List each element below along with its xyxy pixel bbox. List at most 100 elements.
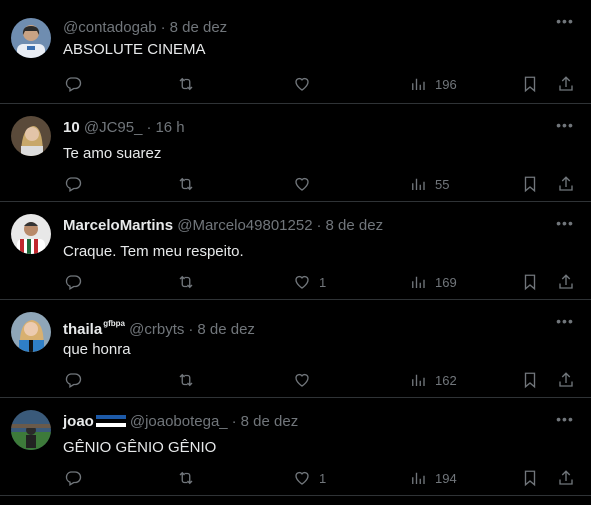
timestamp[interactable]: 8 de dez — [241, 413, 299, 430]
heart-icon — [295, 77, 309, 91]
user-handle[interactable]: @joaobotega_ — [130, 413, 228, 430]
timestamp[interactable]: 8 de dez — [170, 19, 228, 36]
like-count: 1 — [319, 274, 327, 290]
retweet-icon — [179, 77, 193, 91]
more-icon[interactable]: ••• — [555, 314, 575, 336]
more-icon[interactable]: ••• — [555, 412, 575, 434]
reply-icon — [65, 373, 82, 388]
views-count: 169 — [435, 274, 457, 290]
user-handle[interactable]: @Marcelo49801252 — [177, 217, 312, 234]
tweet-text: que honra — [63, 341, 131, 358]
retweet-icon — [179, 373, 193, 387]
display-name[interactable]: joao — [63, 413, 94, 430]
separator-dot: · — [316, 217, 322, 234]
tweet-text: GÊNIO GÊNIO GÊNIO — [63, 439, 217, 456]
avatar[interactable] — [11, 312, 51, 352]
retweet-button[interactable] — [177, 370, 195, 390]
user-handle[interactable]: @contadogab — [63, 19, 157, 36]
bookmark-icon — [524, 176, 536, 193]
gremio-flag-icon — [95, 415, 126, 427]
share-icon — [559, 372, 573, 387]
views-icon — [412, 374, 425, 386]
tweet[interactable]: thailagfbpa @crbyts · 8 de dez que honra •… — [0, 300, 591, 398]
like-button[interactable] — [293, 174, 319, 194]
more-icon[interactable]: ••• — [555, 118, 575, 140]
share-icon — [559, 76, 573, 91]
tweet-header: MarceloMartins @Marcelo49801252 · 8 de dez — [63, 216, 541, 236]
share-button[interactable] — [557, 74, 575, 94]
views-button[interactable]: 196 — [409, 74, 457, 94]
bookmark-icon — [524, 274, 536, 291]
views-button[interactable]: 169 — [409, 272, 457, 292]
reply-button[interactable] — [64, 370, 82, 390]
tweet[interactable]: @contadogab · 8 de dez ABSOLUTE CINEMA •••… — [0, 0, 591, 104]
user-handle[interactable]: @crbyts — [129, 321, 184, 338]
bookmark-icon — [524, 372, 536, 389]
separator-dot: · — [231, 413, 237, 430]
action-bar: 1 194 — [63, 468, 575, 488]
retweet-icon — [179, 275, 193, 289]
views-count: 55 — [435, 176, 450, 192]
like-button[interactable] — [293, 370, 319, 390]
tweet-text: ABSOLUTE CINEMA — [63, 41, 206, 58]
timestamp[interactable]: 8 de dez — [326, 217, 384, 234]
bookmark-button[interactable] — [521, 370, 539, 390]
bookmark-icon — [524, 76, 536, 93]
more-icon[interactable]: ••• — [555, 216, 575, 238]
retweet-button[interactable] — [177, 272, 195, 292]
avatar[interactable] — [11, 18, 51, 58]
tweet[interactable]: 10 @JC95_ · 16 h Te amo suarez ••• 55 — [0, 104, 591, 202]
share-button[interactable] — [557, 174, 575, 194]
share-icon — [559, 176, 573, 191]
display-name[interactable]: MarceloMartins — [63, 217, 173, 234]
bookmark-icon — [524, 470, 536, 487]
bookmark-button[interactable] — [521, 174, 539, 194]
name-badge: gfbpa — [103, 319, 125, 328]
reply-button[interactable] — [64, 468, 82, 488]
like-count: 1 — [319, 470, 327, 486]
tweet-header: @contadogab · 8 de dez — [63, 18, 541, 38]
avatar[interactable] — [11, 116, 51, 156]
tweet[interactable]: MarceloMartins @Marcelo49801252 · 8 de dez… — [0, 202, 591, 300]
tweet-header: joao @joaobotega_ · 8 de dez — [63, 412, 541, 432]
views-icon — [412, 472, 425, 484]
share-button[interactable] — [557, 468, 575, 488]
reply-button[interactable] — [64, 174, 82, 194]
display-name[interactable]: 10 — [63, 119, 80, 136]
retweet-button[interactable] — [177, 174, 195, 194]
like-button[interactable]: 1 — [293, 468, 326, 488]
separator-dot: · — [188, 321, 194, 338]
more-icon[interactable]: ••• — [555, 14, 575, 36]
share-button[interactable] — [557, 272, 575, 292]
retweet-button[interactable] — [177, 74, 195, 94]
timestamp[interactable]: 8 de dez — [197, 321, 255, 338]
tweet-text: Craque. Tem meu respeito. — [63, 243, 244, 260]
reply-button[interactable] — [64, 74, 82, 94]
views-icon — [412, 178, 425, 190]
avatar[interactable] — [11, 410, 51, 450]
views-button[interactable]: 55 — [409, 174, 449, 194]
user-handle[interactable]: @JC95_ — [84, 119, 143, 136]
bookmark-button[interactable] — [521, 468, 539, 488]
views-button[interactable]: 194 — [409, 468, 457, 488]
views-button[interactable]: 162 — [409, 370, 457, 390]
like-button[interactable] — [293, 74, 319, 94]
like-button[interactable]: 1 — [293, 272, 326, 292]
bookmark-button[interactable] — [521, 74, 539, 94]
reply-button[interactable] — [64, 272, 82, 292]
tweet-header: 10 @JC95_ · 16 h — [63, 118, 541, 138]
display-name[interactable]: thaila — [63, 321, 102, 338]
tweet-text: Te amo suarez — [63, 145, 162, 162]
share-button[interactable] — [557, 370, 575, 390]
reply-icon — [65, 471, 82, 486]
separator-dot: · — [146, 119, 152, 136]
retweet-icon — [179, 471, 193, 485]
action-bar: 162 — [63, 370, 575, 390]
timestamp[interactable]: 16 h — [155, 119, 184, 136]
bookmark-button[interactable] — [521, 272, 539, 292]
retweet-button[interactable] — [177, 468, 195, 488]
avatar[interactable] — [11, 214, 51, 254]
retweet-icon — [179, 177, 193, 191]
tweet[interactable]: joao @joaobotega_ · 8 de dez GÊNIO GÊNIO GÊ… — [0, 398, 591, 496]
tweet-header: thailagfbpa @crbyts · 8 de dez — [63, 314, 541, 340]
